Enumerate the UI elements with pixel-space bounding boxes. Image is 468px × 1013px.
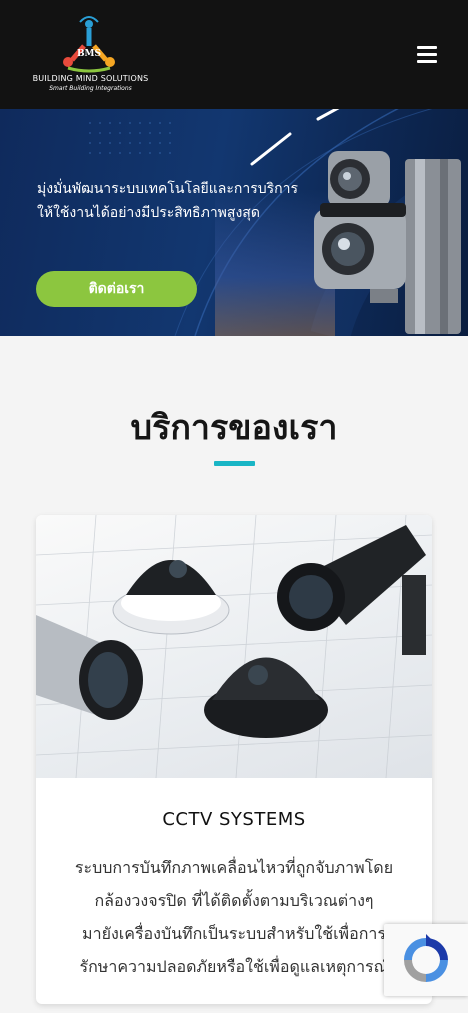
logo-mark-text: BMS <box>77 49 101 59</box>
service-card-desc-line: ระบบการบันทึกภาพเคลื่อนไหวที่ถูกจับภาพโด… <box>74 858 394 877</box>
hero-headline-line2: ให้ใช้งานได้อย่างมีประสิทธิภาพสูงสุด <box>37 205 260 221</box>
section-title-underline <box>214 461 255 466</box>
contact-us-button[interactable]: ติดต่อเรา <box>36 271 197 307</box>
hero-banner: มุ่งมั่นพัฒนาระบบเทคโนโลยีและการบริการ ใ… <box>0 109 468 336</box>
service-card-desc-line: กล้องวงจรปิด ที่ได้ติดตั้งตามบริเวณต่างๆ <box>94 891 374 910</box>
service-card-desc-line: รักษาความปลอดภัยหรือใช้เพื่อดูแลเหตุการณ… <box>79 957 389 976</box>
logo-tagline: Smart Building Integrations <box>49 85 132 92</box>
service-card-desc-line: มายังเครื่องบันทึกเป็นระบบสำหรับใช้เพื่อ… <box>82 924 386 943</box>
hamburger-menu-icon[interactable] <box>413 40 441 68</box>
cctv-cameras-image <box>36 515 432 779</box>
recaptcha-icon <box>404 934 448 982</box>
hero-headline-line1: มุ่งมั่นพัฒนาระบบเทคโนโลยีและการบริการ <box>37 181 298 197</box>
service-card-title: CCTV SYSTEMS <box>162 809 306 830</box>
hero-headline: มุ่งมั่นพัฒนาระบบเทคโนโลยีและการบริการ ใ… <box>37 177 307 225</box>
site-header: BMS BUILDING MIND SOLUTIONS Smart Buildi… <box>0 0 468 109</box>
logo[interactable]: BMS BUILDING MIND SOLUTIONS Smart Buildi… <box>28 16 153 96</box>
service-card-cctv[interactable]: CCTV SYSTEMS ระบบการบันทึกภาพเคลื่อนไหวท… <box>36 515 432 1004</box>
logo-mark-icon: BMS <box>63 16 115 73</box>
recaptcha-badge[interactable] <box>384 924 468 996</box>
section-title: บริการของเรา <box>130 408 338 448</box>
security-camera-image <box>314 151 461 334</box>
service-card-description: ระบบการบันทึกภาพเคลื่อนไหวที่ถูกจับภาพโด… <box>54 851 414 983</box>
logo-name: BUILDING MIND SOLUTIONS <box>32 74 149 83</box>
